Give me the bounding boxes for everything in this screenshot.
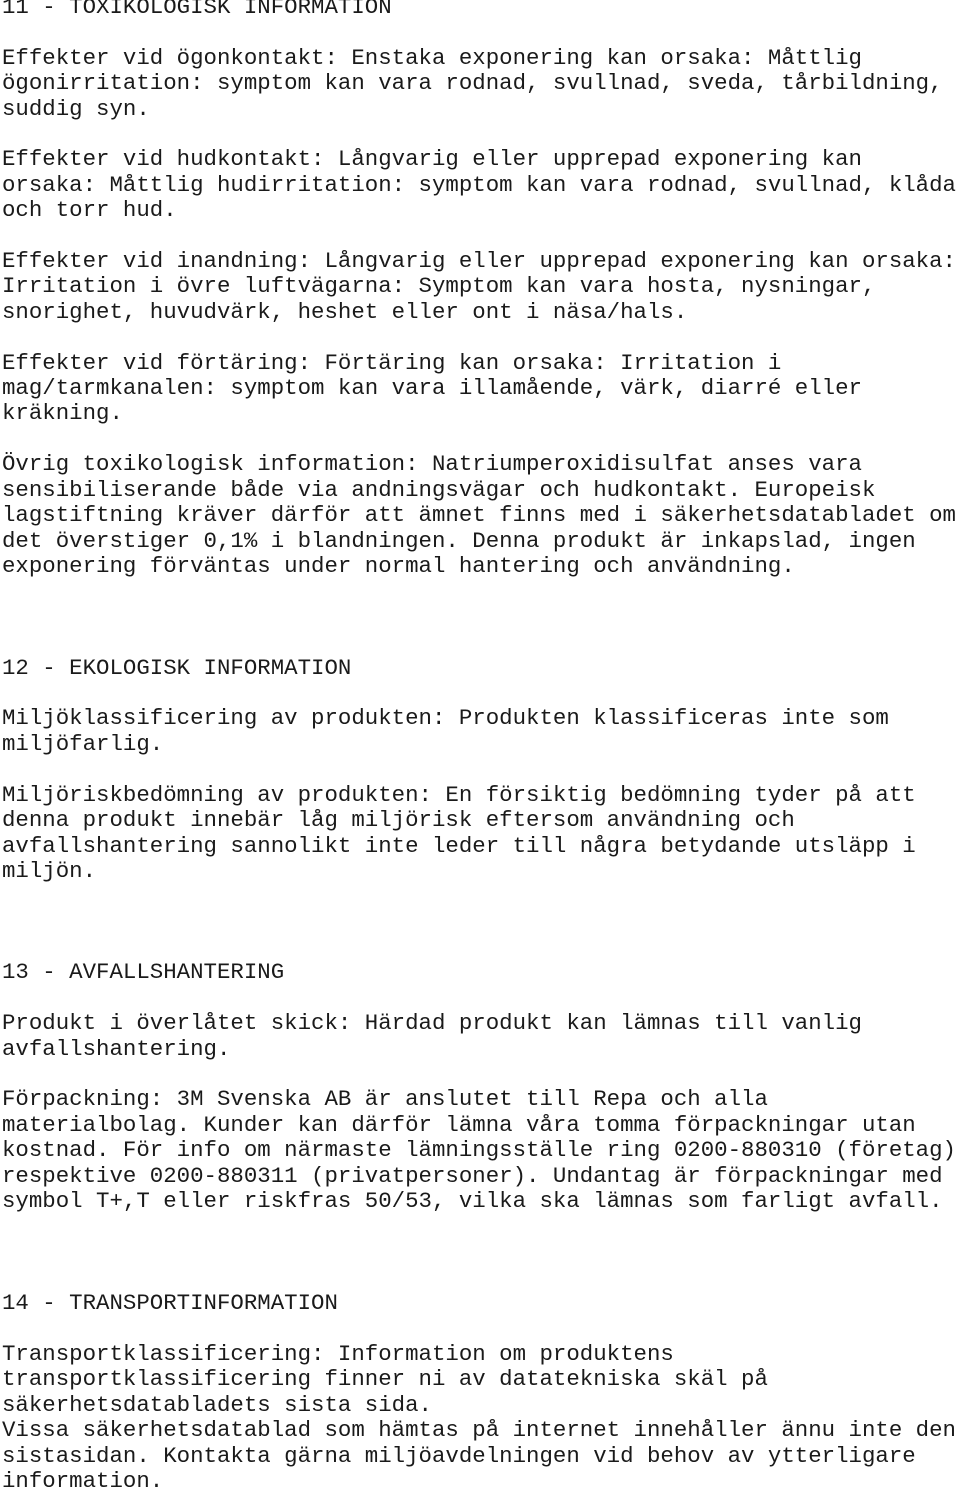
packaging-text: Förpackning: 3M Svenska AB är anslutet t…: [2, 1086, 768, 1112]
packaging-text: respektive 0200-880311 (privatpersoner).…: [2, 1163, 943, 1189]
env-classification-text: Miljöklassificering av produkten: Produk…: [2, 705, 889, 731]
other-tox-text: lagstiftning kräver därför att ämnet fin…: [2, 502, 956, 528]
env-risk-text: Miljöriskbedömning av produkten: En förs…: [2, 782, 916, 808]
transport-text: sistasidan. Kontakta gärna miljöavdelnin…: [2, 1443, 916, 1469]
packaging-text: symbol T+,T eller riskfras 50/53, vilka …: [2, 1188, 943, 1214]
packaging-text: materialbolag. Kunder kan därför lämna v…: [2, 1112, 916, 1138]
env-risk-text: avfallshantering sannolikt inte leder ti…: [2, 833, 916, 859]
section-11-heading: 11 - TOXIKOLOGISK INFORMATION: [2, 0, 392, 20]
other-tox-text: exponering förväntas under normal hanter…: [2, 553, 795, 579]
product-waste-text: Produkt i överlåtet skick: Härdad produk…: [2, 1010, 862, 1036]
other-tox-text: Övrig toxikologisk information: Natriump…: [2, 451, 862, 477]
eye-contact-text: Effekter vid ögonkontakt: Enstaka expone…: [2, 45, 862, 71]
ingestion-text: kräkning.: [2, 400, 123, 426]
transport-text: säkerhetsdatabladets sista sida.: [2, 1392, 432, 1418]
eye-contact-text: ögonirritation: symptom kan vara rodnad,…: [2, 70, 943, 96]
transport-text: Transportklassificering: Information om …: [2, 1341, 674, 1367]
eye-contact-text: suddig syn.: [2, 96, 150, 122]
env-classification-text: miljöfarlig.: [2, 731, 164, 757]
transport-text: transportklassificering finner ni av dat…: [2, 1366, 768, 1392]
section-13-heading: 13 - AVFALLSHANTERING: [2, 959, 285, 985]
inhalation-text: Effekter vid inandning: Långvarig eller …: [2, 248, 956, 274]
section-14-heading: 14 - TRANSPORTINFORMATION: [2, 1290, 338, 1316]
env-risk-text: denna produkt innebär låg miljörisk efte…: [2, 807, 795, 833]
skin-contact-text: Effekter vid hudkontakt: Långvarig eller…: [2, 146, 862, 172]
ingestion-text: Effekter vid förtäring: Förtäring kan or…: [2, 350, 782, 376]
env-risk-text: miljön.: [2, 858, 97, 884]
inhalation-text: Irritation i övre luftvägarna: Symptom k…: [2, 273, 876, 299]
ingestion-text: mag/tarmkanalen: symptom kan vara illamå…: [2, 375, 862, 401]
transport-text: information.: [2, 1468, 164, 1494]
skin-contact-text: och torr hud.: [2, 197, 177, 223]
skin-contact-text: orsaka: Måttlig hudirritation: symptom k…: [2, 172, 956, 198]
other-tox-text: sensibiliserande både via andningsvägar …: [2, 477, 876, 503]
inhalation-text: snorighet, huvudvärk, heshet eller ont i…: [2, 299, 688, 325]
product-waste-text: avfallshantering.: [2, 1036, 231, 1062]
transport-text: Vissa säkerhetsdatablad som hämtas på in…: [2, 1417, 956, 1443]
other-tox-text: det överstiger 0,1% i blandningen. Denna…: [2, 528, 916, 554]
section-12-heading: 12 - EKOLOGISK INFORMATION: [2, 655, 352, 681]
packaging-text: kostnad. För info om närmaste lämningsst…: [2, 1137, 956, 1163]
